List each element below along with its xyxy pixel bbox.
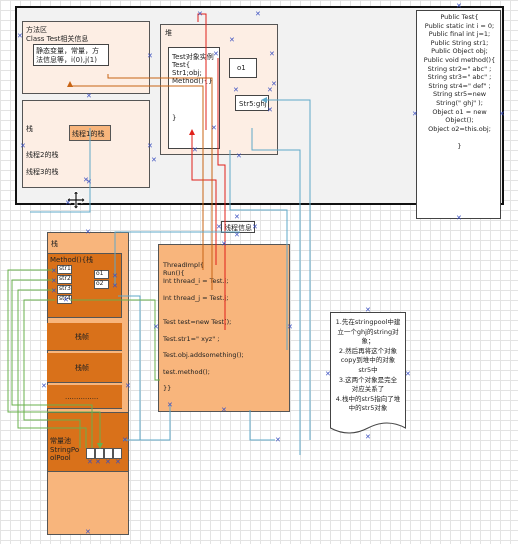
blue-connector-3 [251, 128, 301, 455]
connection-handle-icon[interactable]: ✕ [122, 437, 128, 444]
connection-handle-icon[interactable]: ✕ [221, 241, 227, 248]
green-connector-1 [7, 269, 103, 449]
connection-handle-icon[interactable]: ✕ [85, 529, 91, 536]
connector-layer [7, 13, 311, 455]
red-connector-3 [217, 58, 226, 330]
connection-handle-icon[interactable]: ✕ [85, 229, 91, 236]
connection-handle-icon[interactable]: ✕ [147, 143, 153, 150]
connection-handle-icon[interactable]: ✕ [325, 371, 331, 378]
connection-handle-icon[interactable]: ✕ [153, 324, 159, 331]
connection-handle-icon[interactable]: ✕ [105, 459, 111, 466]
connection-handle-icon[interactable]: ✕ [51, 268, 57, 275]
connection-handle-icon[interactable]: ✕ [63, 297, 69, 304]
connection-handle-icon[interactable]: ✕ [412, 111, 418, 118]
connection-handle-icon[interactable]: ✕ [267, 107, 273, 114]
connection-handle-icon[interactable]: ✕ [216, 224, 222, 231]
connection-handle-icon[interactable]: ✕ [267, 87, 273, 94]
connection-handle-icon[interactable]: ✕ [87, 459, 93, 466]
connection-handle-icon[interactable]: ✕ [252, 224, 258, 231]
connection-handle-icon[interactable]: ✕ [151, 157, 157, 164]
blue-connector-8 [249, 410, 275, 441]
connection-handle-icon[interactable]: ✕ [51, 278, 57, 285]
connection-handle-icon[interactable]: ✕ [499, 111, 505, 118]
connection-handle-icon[interactable]: ✕ [234, 214, 240, 221]
connection-handle-icon[interactable]: ✕ [197, 11, 203, 18]
connection-handle-icon[interactable]: ✕ [269, 51, 275, 58]
connection-handle-icon[interactable]: ✕ [365, 307, 371, 314]
connection-handle-icon[interactable]: ✕ [213, 51, 219, 58]
connection-handle-icon[interactable]: ✕ [255, 11, 261, 18]
connection-handle-icon[interactable]: ✕ [41, 383, 47, 390]
connection-handle-icon[interactable]: ✕ [275, 437, 281, 444]
orange-connector-2 [107, 74, 213, 290]
connection-handle-icon[interactable]: ✕ [86, 93, 92, 100]
connection-handle-icon[interactable]: ✕ [125, 383, 131, 390]
blue-connector-1 [229, 150, 288, 350]
connection-handle-icon[interactable]: ✕ [287, 324, 293, 331]
connection-handle-icon[interactable]: ✕ [147, 53, 153, 60]
connection-handle-icon[interactable]: ✕ [229, 37, 235, 44]
green-connector-4 [23, 299, 81, 448]
connection-handle-icon[interactable]: ✕ [234, 232, 240, 239]
connection-handle-icon[interactable]: ✕ [167, 402, 173, 409]
connection-handle-icon[interactable]: ✕ [211, 125, 217, 132]
connection-handle-icon[interactable]: ✕ [365, 434, 371, 441]
connection-handle-icon[interactable]: ✕ [456, 215, 462, 222]
green-connector-5 [70, 299, 160, 381]
connection-handle-icon[interactable]: ✕ [456, 3, 462, 10]
red-connector-1 [197, 13, 207, 130]
connection-handle-icon[interactable]: ✕ [83, 177, 89, 184]
blue-connector-4 [30, 128, 91, 213]
blue-connector-7 [123, 405, 171, 441]
blue-connector-2 [261, 97, 311, 440]
blue-connector-6 [118, 295, 141, 441]
connection-handle-icon[interactable]: ✕ [51, 288, 57, 295]
connection-handle-icon[interactable]: ✕ [405, 371, 411, 378]
connection-handle-icon[interactable]: ✕ [112, 273, 118, 280]
connection-handle-icon[interactable]: ✕ [233, 87, 239, 94]
connection-handle-icon[interactable]: ✕ [236, 153, 242, 160]
connection-handle-icon[interactable]: ✕ [115, 459, 121, 466]
connection-handle-icon[interactable]: ✕ [221, 407, 227, 414]
connection-handle-icon[interactable]: ✕ [112, 283, 118, 290]
connection-handle-icon[interactable]: ✕ [95, 459, 101, 466]
connection-handle-icon[interactable]: ✕ [65, 200, 71, 207]
connection-handle-icon[interactable]: ✕ [20, 143, 26, 150]
connection-handle-icon[interactable]: ✕ [17, 33, 23, 40]
green-connector-3 [17, 289, 87, 448]
connection-handle-icon[interactable]: ✕ [192, 147, 198, 154]
